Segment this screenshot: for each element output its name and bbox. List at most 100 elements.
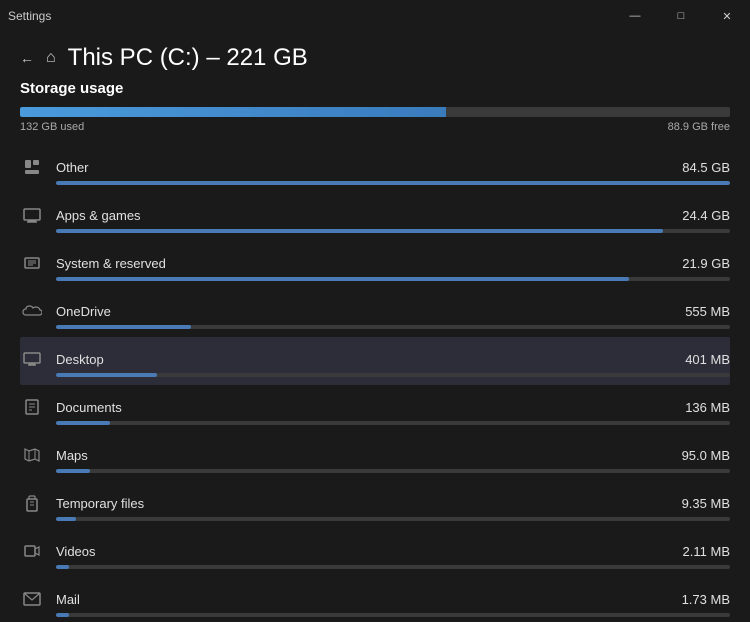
item-name: Documents (56, 400, 122, 415)
item-info: OneDrive 555 MB (56, 304, 730, 319)
item-bar-bg (56, 229, 730, 233)
item-bar-wrapper (20, 181, 730, 185)
item-info: Apps & games 24.4 GB (56, 208, 730, 223)
item-bar-wrapper (20, 469, 730, 473)
storage-item[interactable]: System & reserved 21.9 GB (20, 241, 730, 289)
storage-item[interactable]: Other 84.5 GB (20, 145, 730, 193)
item-size: 1.73 MB (682, 592, 730, 607)
storage-bar-used (20, 107, 446, 117)
item-size: 95.0 MB (682, 448, 730, 463)
item-bar-bg (56, 565, 730, 569)
storage-item[interactable]: Videos 2.11 MB (20, 529, 730, 577)
item-icon (20, 203, 44, 227)
item-icon (20, 251, 44, 275)
item-size: 136 MB (685, 400, 730, 415)
used-label: 132 GB used (20, 121, 84, 133)
item-bar-fill (56, 229, 663, 233)
item-bar-bg (56, 325, 730, 329)
storage-item-row: Maps 95.0 MB (20, 441, 730, 469)
item-bar-fill (56, 181, 730, 185)
back-button[interactable]: ← (20, 50, 34, 66)
storage-item[interactable]: Apps & games 24.4 GB (20, 193, 730, 241)
item-name: Other (56, 160, 89, 175)
storage-item-row: Documents 136 MB (20, 393, 730, 421)
item-icon (20, 395, 44, 419)
item-bar-wrapper (20, 421, 730, 425)
item-icon (20, 587, 44, 611)
item-name: Apps & games (56, 208, 141, 223)
item-bar-wrapper (20, 229, 730, 233)
item-bar-fill (56, 277, 629, 281)
item-name: System & reserved (56, 256, 166, 271)
item-bar-wrapper (20, 325, 730, 329)
page-title: This PC (C:) – 221 GB (68, 44, 308, 72)
item-size: 9.35 MB (682, 496, 730, 511)
storage-item-row: Mail 1.73 MB (20, 585, 730, 613)
item-info: Mail 1.73 MB (56, 592, 730, 607)
overall-storage-bar (20, 107, 730, 117)
item-info: System & reserved 21.9 GB (56, 256, 730, 271)
item-size: 21.9 GB (682, 256, 730, 271)
item-icon (20, 155, 44, 179)
window-controls: — □ ✕ (612, 0, 750, 32)
item-info: Other 84.5 GB (56, 160, 730, 175)
item-info: Desktop 401 MB (56, 352, 730, 367)
storage-item-row: Other 84.5 GB (20, 153, 730, 181)
storage-item-row: Temporary files 9.35 MB (20, 489, 730, 517)
item-name: Desktop (56, 352, 104, 367)
item-bar-wrapper (20, 517, 730, 521)
storage-item[interactable]: Documents 136 MB (20, 385, 730, 433)
item-icon (20, 491, 44, 515)
item-name: Maps (56, 448, 88, 463)
item-size: 2.11 MB (683, 544, 730, 559)
storage-item-row: OneDrive 555 MB (20, 297, 730, 325)
window-title: Settings (8, 9, 51, 23)
storage-item[interactable]: Desktop 401 MB (20, 337, 730, 385)
minimize-button[interactable]: — (612, 0, 658, 32)
item-bar-fill (56, 421, 110, 425)
title-bar: Settings — □ ✕ (0, 0, 750, 32)
item-name: Videos (56, 544, 96, 559)
item-icon (20, 347, 44, 371)
item-name: Mail (56, 592, 80, 607)
storage-item[interactable]: Temporary files 9.35 MB (20, 481, 730, 529)
item-bar-wrapper (20, 277, 730, 281)
maximize-button[interactable]: □ (658, 0, 704, 32)
item-bar-bg (56, 613, 730, 617)
item-bar-wrapper (20, 613, 730, 617)
item-name: OneDrive (56, 304, 111, 319)
item-size: 555 MB (685, 304, 730, 319)
storage-item-row: System & reserved 21.9 GB (20, 249, 730, 277)
item-info: Maps 95.0 MB (56, 448, 730, 463)
item-bar-bg (56, 469, 730, 473)
section-title: Storage usage (20, 80, 730, 97)
close-button[interactable]: ✕ (704, 0, 750, 32)
item-bar-bg (56, 277, 730, 281)
item-icon (20, 539, 44, 563)
item-info: Videos 2.11 MB (56, 544, 730, 559)
storage-item-row: Videos 2.11 MB (20, 537, 730, 565)
item-bar-bg (56, 421, 730, 425)
item-bar-fill (56, 325, 191, 329)
item-bar-fill (56, 613, 69, 617)
item-size: 24.4 GB (682, 208, 730, 223)
item-bar-wrapper (20, 565, 730, 569)
item-size: 401 MB (685, 352, 730, 367)
item-bar-fill (56, 517, 76, 521)
item-icon (20, 443, 44, 467)
main-content: Storage usage 132 GB used 88.9 GB free O… (0, 80, 750, 622)
item-bar-fill (56, 373, 157, 377)
item-bar-wrapper (20, 373, 730, 377)
home-icon: ⌂ (46, 49, 56, 67)
item-info: Temporary files 9.35 MB (56, 496, 730, 511)
storage-item[interactable]: Mail 1.73 MB (20, 577, 730, 622)
item-icon (20, 299, 44, 323)
storage-item[interactable]: Maps 95.0 MB (20, 433, 730, 481)
storage-items-list: Other 84.5 GB Apps & games 24.4 GB (20, 145, 730, 622)
storage-item[interactable]: OneDrive 555 MB (20, 289, 730, 337)
storage-bar-labels: 132 GB used 88.9 GB free (20, 121, 730, 133)
item-info: Documents 136 MB (56, 400, 730, 415)
storage-item-row: Desktop 401 MB (20, 345, 730, 373)
item-bar-bg (56, 517, 730, 521)
item-size: 84.5 GB (682, 160, 730, 175)
